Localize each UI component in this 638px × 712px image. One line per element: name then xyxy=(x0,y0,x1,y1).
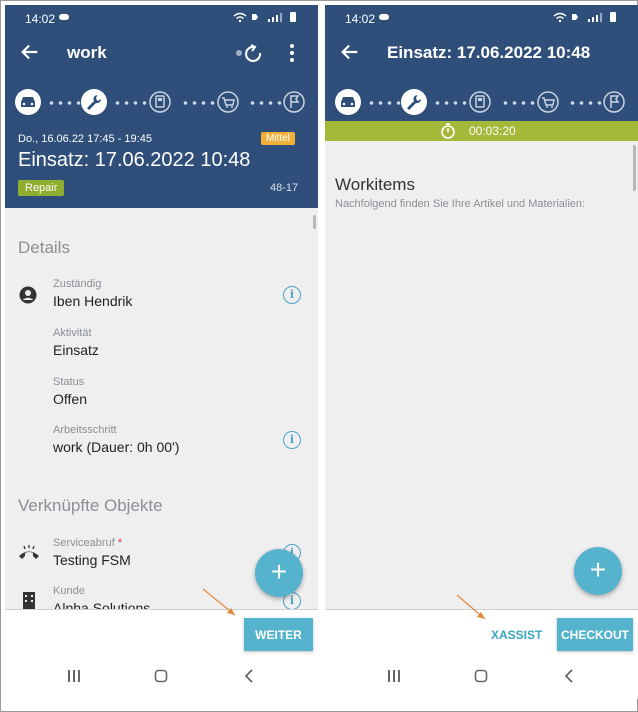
screenshot-frame: 14:02 work Do., 16.06.22 17:45 - 19:45 M… xyxy=(0,0,638,712)
annotation-arrows xyxy=(202,588,486,620)
annotation-arrow-xassist xyxy=(456,594,486,620)
annotation-arrow-weiter xyxy=(202,588,236,616)
